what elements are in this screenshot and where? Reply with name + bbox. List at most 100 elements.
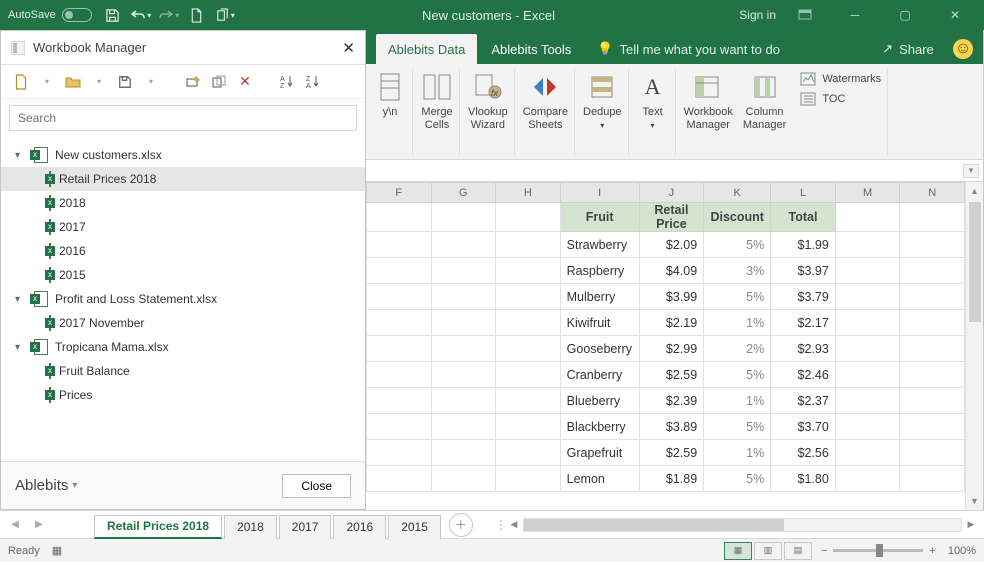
cell[interactable] [835, 414, 900, 440]
cell[interactable]: $1.80 [771, 466, 836, 492]
worksheet-node[interactable]: 2018 [1, 191, 365, 215]
table-header-cell[interactable]: Fruit [560, 203, 639, 232]
cell[interactable]: Cranberry [560, 362, 639, 388]
sheet-tab[interactable]: 2017 [279, 515, 332, 539]
signin-link[interactable]: Sign in [739, 8, 776, 22]
cell[interactable] [496, 336, 561, 362]
save-icon[interactable] [115, 72, 135, 92]
cell[interactable] [900, 203, 965, 232]
cell[interactable] [900, 310, 965, 336]
column-header[interactable]: I [560, 183, 639, 203]
cell[interactable]: $3.79 [771, 284, 836, 310]
zoom-out-icon[interactable]: − [821, 545, 827, 557]
open-folder-icon[interactable] [63, 72, 83, 92]
save-button[interactable] [100, 2, 126, 28]
cell[interactable]: 5% [704, 232, 771, 258]
cell[interactable] [367, 258, 432, 284]
cell[interactable] [367, 466, 432, 492]
smiley-feedback-icon[interactable] [953, 39, 973, 59]
duplicate-icon[interactable] [209, 72, 229, 92]
table-header-cell[interactable]: Discount [704, 203, 771, 232]
maximize-button[interactable]: ▢ [884, 2, 926, 28]
cell[interactable]: 5% [704, 466, 771, 492]
cell[interactable] [900, 362, 965, 388]
worksheet-node[interactable]: 2017 [1, 215, 365, 239]
formula-bar-expand-icon[interactable]: ▾ [963, 164, 979, 178]
cell[interactable]: $2.93 [771, 336, 836, 362]
vertical-scrollbar[interactable]: ▲ ▼ [965, 182, 983, 510]
worksheet-grid[interactable]: FGHIJKLMNFruitRetail PriceDiscountTotalS… [366, 182, 965, 510]
tell-me-input[interactable]: 💡Tell me what you want to do [585, 34, 792, 64]
scroll-down-icon[interactable]: ▼ [966, 492, 983, 510]
tab-ablebits-tools[interactable]: Ablebits Tools [479, 34, 583, 64]
cell[interactable] [900, 466, 965, 492]
worksheet-node[interactable]: 2016 [1, 239, 365, 263]
cell[interactable]: $2.56 [771, 440, 836, 466]
ribbon-watermarks[interactable]: Watermarks [800, 70, 881, 88]
zoom-level[interactable]: 100% [948, 545, 976, 557]
column-header[interactable]: M [835, 183, 900, 203]
cell[interactable]: 5% [704, 414, 771, 440]
cell[interactable] [835, 466, 900, 492]
delete-icon[interactable]: ✕ [235, 72, 255, 92]
cell[interactable] [431, 440, 496, 466]
share-button[interactable]: ↗Share [870, 34, 983, 64]
cell[interactable] [431, 310, 496, 336]
cell[interactable] [367, 414, 432, 440]
cell[interactable] [367, 388, 432, 414]
panel-close-btn[interactable]: Close [282, 474, 351, 498]
cell[interactable]: $2.59 [639, 362, 704, 388]
view-page-break-button[interactable]: ▤ [784, 542, 812, 560]
cell[interactable] [431, 362, 496, 388]
cell[interactable] [496, 310, 561, 336]
column-header[interactable]: L [771, 183, 836, 203]
cell[interactable] [367, 232, 432, 258]
cell[interactable] [496, 414, 561, 440]
cell[interactable]: 5% [704, 362, 771, 388]
add-sheet-button[interactable]: ＋ [449, 513, 473, 537]
ribbon-workbook-manager[interactable]: Workbook Manager [684, 70, 733, 158]
open-dropdown-icon[interactable]: ▾ [89, 72, 109, 92]
sheet-tab[interactable]: Retail Prices 2018 [94, 515, 222, 539]
column-header[interactable]: F [367, 183, 432, 203]
zoom-control[interactable]: − + 100% [821, 545, 976, 557]
cell[interactable]: Kiwifruit [560, 310, 639, 336]
workbook-node[interactable]: ▾Tropicana Mama.xlsx [1, 335, 365, 359]
cell[interactable] [431, 284, 496, 310]
cell[interactable]: $2.39 [639, 388, 704, 414]
cell[interactable]: Strawberry [560, 232, 639, 258]
cell[interactable] [431, 258, 496, 284]
zoom-in-icon[interactable]: + [929, 545, 935, 557]
cell[interactable] [900, 232, 965, 258]
cell[interactable]: 1% [704, 310, 771, 336]
cell[interactable] [367, 362, 432, 388]
column-header[interactable]: H [496, 183, 561, 203]
ribbon-dedupe[interactable]: Dedupe▾ [577, 68, 629, 156]
cell[interactable]: Blackberry [560, 414, 639, 440]
cell[interactable]: $2.17 [771, 310, 836, 336]
sort-asc-icon[interactable]: AZ [277, 72, 297, 92]
autosave-toggle[interactable]: AutoSave [4, 8, 100, 22]
ribbon-merge-cells[interactable]: Merge Cells [415, 68, 460, 156]
copy-button[interactable]: ▾ [212, 2, 238, 28]
column-header[interactable]: G [431, 183, 496, 203]
worksheet-node[interactable]: 2017 November [1, 311, 365, 335]
ribbon-text[interactable]: A Text▾ [631, 68, 676, 156]
cell[interactable]: $2.37 [771, 388, 836, 414]
cell[interactable] [496, 440, 561, 466]
cell[interactable]: Gooseberry [560, 336, 639, 362]
cell[interactable]: 1% [704, 440, 771, 466]
minimize-button[interactable]: ─ [834, 2, 876, 28]
cell[interactable] [835, 258, 900, 284]
cell[interactable] [835, 388, 900, 414]
view-normal-button[interactable]: ▦ [724, 542, 752, 560]
cell[interactable] [835, 336, 900, 362]
cell[interactable] [431, 336, 496, 362]
cell[interactable]: $2.59 [639, 440, 704, 466]
rename-icon[interactable] [183, 72, 203, 92]
ribbon-display-button[interactable] [784, 2, 826, 28]
save-dropdown-icon[interactable]: ▾ [141, 72, 161, 92]
view-page-layout-button[interactable]: ▥ [754, 542, 782, 560]
cell[interactable] [431, 414, 496, 440]
cell[interactable]: 2% [704, 336, 771, 362]
